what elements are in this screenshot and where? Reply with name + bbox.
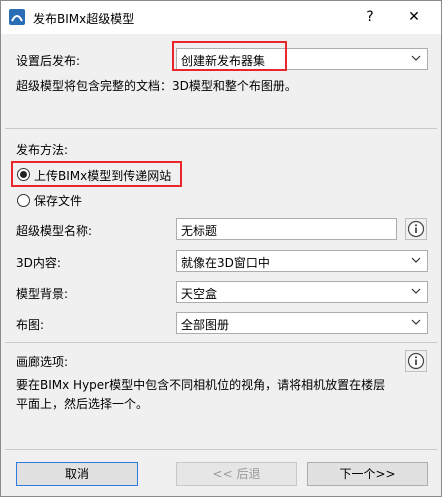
- save-file-radio[interactable]: [17, 194, 30, 207]
- publish-bimx-dialog: 发布BIMx超级模型 ? ✕ 设置后发布: 创建新发布器集 超级模型将包含完整的…: [0, 0, 442, 497]
- window-title: 发布BIMx超级模型: [33, 12, 135, 26]
- layout-value: 全部图册: [181, 318, 230, 332]
- model-name-input[interactable]: 无标题: [176, 218, 397, 240]
- content-3d-label: 3D内容:: [16, 256, 61, 270]
- publish-settings-label: 设置后发布:: [16, 54, 81, 68]
- model-name-label: 超级模型名称:: [16, 224, 93, 238]
- back-button[interactable]: << 后退: [176, 462, 297, 486]
- layout-label: 布图:: [16, 318, 45, 332]
- bimx-app-icon: [9, 9, 25, 25]
- gallery-description-line1: 要在BIMx Hyper模型中包含不同相机位的视角，请将相机放置在楼层: [16, 378, 386, 392]
- background-label: 模型背景:: [16, 287, 69, 301]
- save-file-option-label[interactable]: 保存文件: [34, 192, 82, 209]
- help-button[interactable]: ?: [355, 4, 385, 30]
- upload-option-label[interactable]: 上传BIMx模型到传递网站: [34, 167, 171, 184]
- publish-settings-description: 超级模型将包含完整的文档：3D模型和整个布图册。: [16, 79, 297, 93]
- content-3d-value: 就像在3D窗口中: [181, 256, 270, 270]
- gallery-info-icon[interactable]: [405, 350, 427, 372]
- model-name-value: 无标题: [181, 224, 218, 238]
- close-button[interactable]: ✕: [399, 4, 429, 30]
- chevron-down-icon: [411, 319, 421, 325]
- highlight-box-publisher-set: [172, 41, 287, 71]
- title-bar: 发布BIMx超级模型 ? ✕: [1, 1, 441, 34]
- upload-radio[interactable]: [17, 168, 30, 181]
- chevron-down-icon: [411, 288, 421, 294]
- radio-selected-dot: [20, 171, 27, 178]
- background-dropdown[interactable]: 天空盒: [176, 281, 428, 303]
- layout-dropdown[interactable]: 全部图册: [176, 312, 428, 334]
- separator: [5, 449, 437, 450]
- next-button[interactable]: 下一个>>: [307, 462, 428, 486]
- content-3d-dropdown[interactable]: 就像在3D窗口中: [176, 250, 428, 272]
- chevron-down-icon: [411, 55, 421, 61]
- gallery-options-label: 画廊选项:: [16, 355, 69, 369]
- background-value: 天空盒: [181, 287, 218, 301]
- chevron-down-icon: [411, 257, 421, 263]
- info-icon[interactable]: [405, 218, 427, 240]
- cancel-button[interactable]: 取消: [16, 462, 138, 486]
- publish-method-label: 发布方法:: [16, 143, 69, 157]
- separator: [5, 342, 437, 343]
- gallery-description-line2: 平面上，然后选择一个。: [16, 397, 149, 411]
- separator: [5, 128, 437, 129]
